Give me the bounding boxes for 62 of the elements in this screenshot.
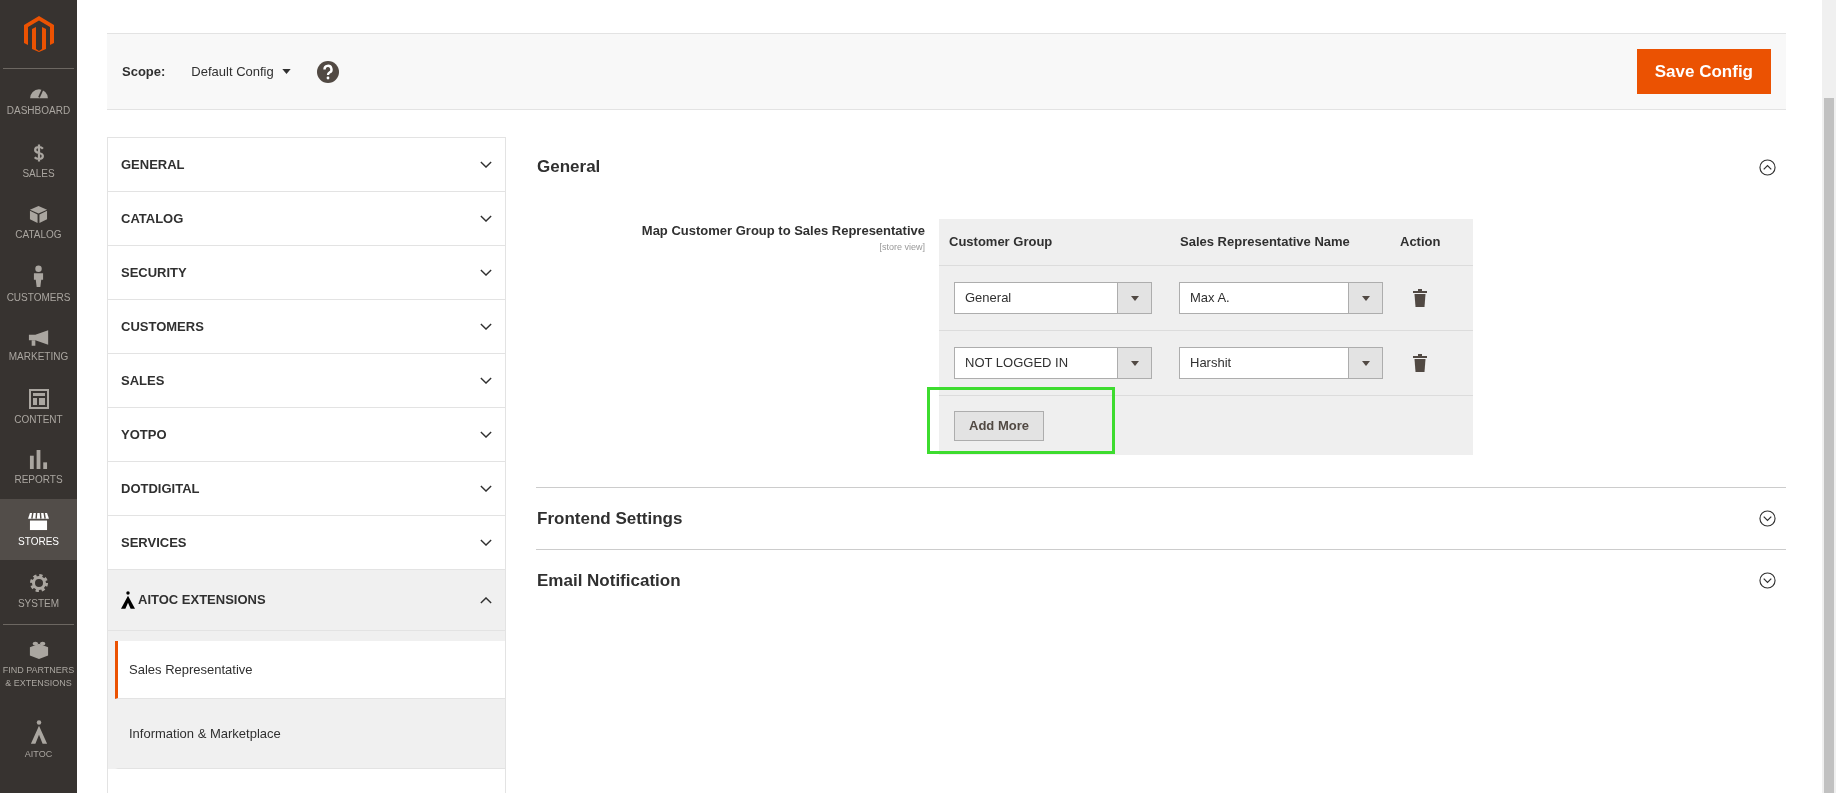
scope-hint: [store view] xyxy=(879,240,925,254)
sidebar-item[interactable]: SALES xyxy=(0,131,77,193)
chevron-circle-icon xyxy=(1759,510,1776,527)
column-header: Customer Group xyxy=(948,233,1054,252)
sidebar-item[interactable]: CONTENT xyxy=(0,376,77,438)
chevron-icon xyxy=(480,161,492,168)
config-section-header[interactable]: AITOC EXTENSIONS xyxy=(108,570,505,631)
sidebar-item[interactable]: MARKETING xyxy=(0,315,77,377)
column-header: Sales Representative Name xyxy=(1179,233,1351,252)
help-icon[interactable] xyxy=(316,60,339,83)
letter-a-logo-icon xyxy=(29,720,48,745)
save-config-button[interactable]: Save Config xyxy=(1636,49,1771,94)
section-header[interactable]: Frontend Settings xyxy=(536,488,1786,549)
sidebar-item[interactable]: REPORTS xyxy=(0,437,77,500)
box-icon xyxy=(29,205,48,225)
caret-icon xyxy=(1130,295,1139,301)
field-label: Map Customer Group to Sales Representative xyxy=(641,222,925,240)
chevron-icon xyxy=(480,269,492,276)
layout-icon xyxy=(28,388,49,409)
dropdown[interactable]: NOT LOGGED IN xyxy=(954,347,1152,379)
section-header[interactable]: Email Notification xyxy=(536,550,1786,611)
column-header: Action xyxy=(1400,233,1442,252)
chevron-icon xyxy=(480,431,492,438)
caret-icon xyxy=(281,69,291,74)
chevron-icon xyxy=(480,485,492,492)
chevron-icon xyxy=(480,539,492,546)
person-icon xyxy=(33,265,44,288)
add-more-button[interactable]: Add More xyxy=(954,410,1044,441)
gear-icon xyxy=(28,572,49,593)
trash-icon[interactable] xyxy=(1413,354,1427,372)
letter-a-logo-icon xyxy=(121,591,135,609)
section-header[interactable]: General xyxy=(536,137,1786,197)
sidebar-item[interactable]: DASHBOARD xyxy=(0,70,77,132)
dollar-icon xyxy=(32,143,45,164)
trash-icon[interactable] xyxy=(1413,289,1427,307)
megaphone-icon xyxy=(27,328,50,346)
caret-icon xyxy=(1361,360,1370,366)
sidebar-item[interactable]: AITOC xyxy=(0,702,77,779)
dropdown[interactable]: Max A. xyxy=(1179,282,1383,314)
bar-chart-icon xyxy=(29,450,48,470)
storefront-icon xyxy=(27,511,50,531)
chevron-icon xyxy=(480,323,492,330)
sidebar-item[interactable]: STORES xyxy=(0,499,77,561)
caret-icon xyxy=(1130,360,1139,366)
scope-label: Scope: xyxy=(122,62,166,81)
chevron-icon xyxy=(480,215,492,222)
sidebar-item[interactable]: CATALOG xyxy=(0,192,77,254)
caret-icon xyxy=(1361,295,1370,301)
dropdown[interactable]: Harshit xyxy=(1179,347,1383,379)
config-menu-item[interactable]: Sales Representative xyxy=(115,641,505,699)
chevron-icon xyxy=(480,377,492,384)
sidebar-item[interactable]: FIND PARTNERS & EXTENSIONS xyxy=(0,626,77,703)
chevron-circle-icon xyxy=(1759,572,1776,589)
sidebar-item[interactable]: SYSTEM xyxy=(0,560,77,622)
magento-logo-icon[interactable] xyxy=(23,16,54,52)
scope-dropdown[interactable]: Default Config xyxy=(191,61,291,82)
chevron-circle-icon xyxy=(1759,158,1776,176)
dropdown[interactable]: General xyxy=(954,282,1152,314)
scrollbar[interactable] xyxy=(1822,0,1836,793)
sidebar-item[interactable]: CUSTOMERS xyxy=(0,253,77,316)
lego-brick-icon xyxy=(28,639,49,660)
chevron-icon xyxy=(480,596,492,604)
